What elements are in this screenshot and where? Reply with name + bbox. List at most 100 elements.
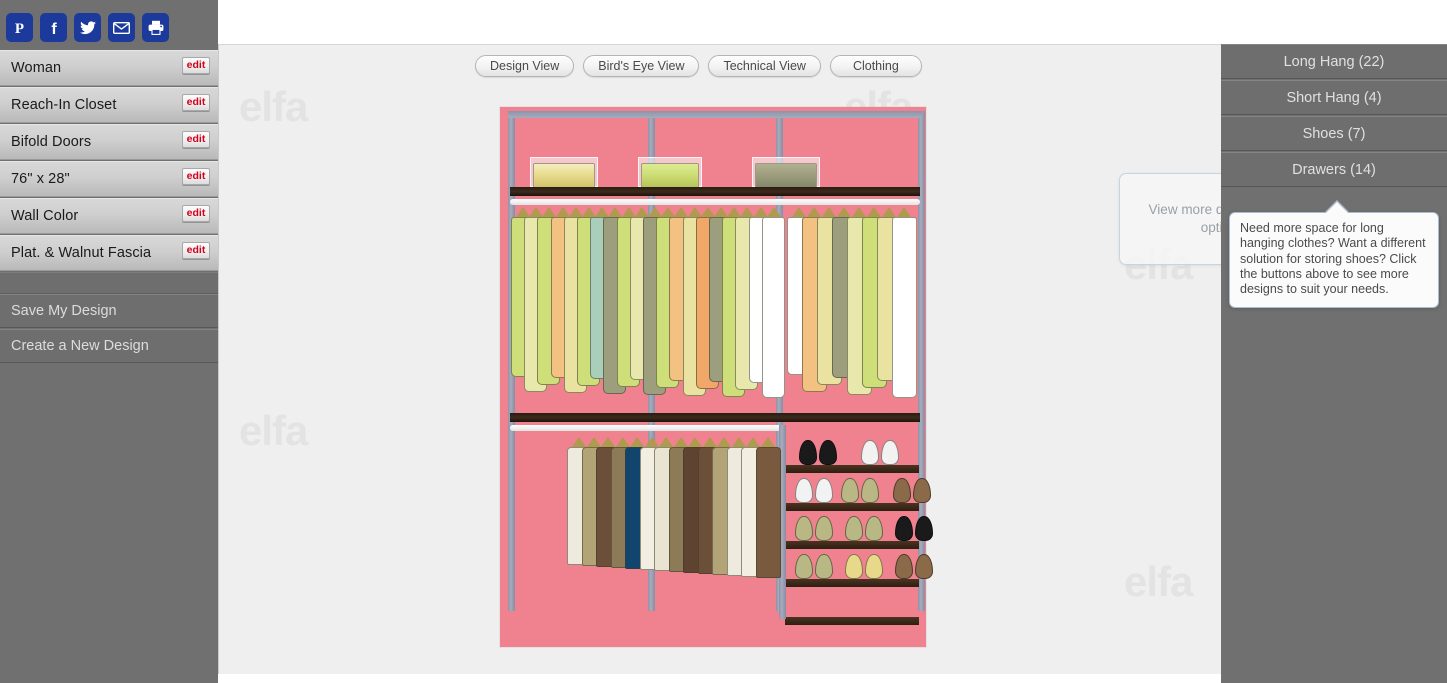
twitter-icon: [79, 20, 96, 34]
tab-birds-eye-view[interactable]: Bird's Eye View: [583, 55, 700, 77]
garment-hanger: [529, 207, 544, 217]
options-help-tooltip: Need more space for long hanging clothes…: [1229, 200, 1439, 308]
garment-hanger: [897, 207, 911, 217]
elfa-watermark: elfa: [239, 407, 308, 454]
shoe-shelf: [785, 465, 919, 473]
shoe-shelf-bottom: [785, 617, 919, 625]
garment-hanger: [659, 437, 673, 447]
folded-clothes-stack-1: [533, 163, 595, 189]
garment-hanger: [822, 207, 836, 217]
tab-label: Technical View: [723, 59, 806, 73]
option-shoes[interactable]: Shoes (7): [1221, 116, 1447, 151]
spec-label: Wall Color: [11, 208, 79, 224]
edit-button-label: edit: [186, 244, 206, 257]
edit-button-closet-type[interactable]: edit: [182, 94, 210, 111]
garment-hanger: [661, 207, 676, 217]
shoe-shelf: [785, 503, 919, 511]
edit-button-label: edit: [186, 170, 206, 183]
option-short-hang[interactable]: Short Hang (4): [1221, 80, 1447, 115]
closet-designer-app: P f Woman edit Reach-In Closet edit Bifo…: [0, 0, 1447, 683]
spec-row-fascia[interactable]: Plat. & Walnut Fascia edit: [0, 235, 218, 271]
edit-button-woman[interactable]: edit: [182, 57, 210, 74]
folded-clothes-stack-2: [641, 163, 699, 189]
option-label: Shoes (7): [1302, 125, 1366, 142]
email-share-button[interactable]: [108, 13, 135, 42]
garment-hanger: [837, 207, 851, 217]
shoe-shelf: [785, 541, 919, 549]
tab-clothing[interactable]: Clothing: [829, 55, 922, 77]
save-my-design-button[interactable]: Save My Design: [0, 294, 218, 328]
drawers-callout-text: View more designs that offer different o…: [1148, 201, 1221, 235]
garment-hanger: [608, 207, 623, 217]
garment-hanger: [717, 437, 731, 447]
right-options-sidebar: Long Hang (22) Short Hang (4) Shoes (7) …: [1221, 44, 1447, 683]
shoe: [815, 478, 833, 503]
spec-row-dimensions[interactable]: 76" x 28" edit: [0, 161, 218, 197]
garment-hanger: [568, 207, 583, 217]
shoe: [865, 554, 883, 579]
garment-hanger: [644, 437, 659, 447]
garment-hanger: [714, 207, 728, 217]
spec-label: Reach-In Closet: [11, 97, 117, 113]
edit-button-label: edit: [186, 207, 206, 220]
edit-button-wall-color[interactable]: edit: [182, 205, 210, 222]
spec-row-wall-color[interactable]: Wall Color edit: [0, 198, 218, 234]
print-button[interactable]: [142, 13, 169, 42]
tab-technical-view[interactable]: Technical View: [708, 55, 821, 77]
option-long-hang[interactable]: Long Hang (22): [1221, 44, 1447, 79]
pinterest-icon: P: [15, 21, 24, 36]
garment-hanger: [516, 207, 530, 217]
shoe: [815, 516, 833, 541]
create-new-design-label: Create a New Design: [11, 338, 149, 354]
garment-hanger: [648, 207, 662, 217]
closet-design-render[interactable]: [500, 107, 933, 647]
edit-button-doors[interactable]: edit: [182, 131, 210, 148]
shoe: [865, 516, 883, 541]
spec-row-woman[interactable]: Woman edit: [0, 50, 218, 86]
garment-hanger: [621, 207, 636, 217]
elfa-watermark: elfa: [1124, 558, 1193, 605]
shoe-shelf: [785, 579, 919, 587]
garment-hanger: [595, 207, 610, 217]
twitter-share-button[interactable]: [74, 13, 101, 42]
edit-button-label: edit: [186, 96, 206, 109]
shoe: [913, 478, 931, 503]
garment-hanger: [740, 207, 755, 217]
short-hang-rod: [510, 425, 782, 431]
social-share-bar: P f: [6, 13, 169, 42]
mid-shelf: [510, 413, 920, 422]
shoe: [881, 440, 899, 465]
edit-button-fascia[interactable]: edit: [182, 242, 210, 259]
create-new-design-button[interactable]: Create a New Design: [0, 329, 218, 363]
spec-row-closet-type[interactable]: Reach-In Closet edit: [0, 87, 218, 123]
envelope-icon: [113, 21, 130, 34]
closet-frame-top-rail: [508, 111, 922, 118]
option-label: Long Hang (22): [1283, 53, 1385, 70]
left-sidebar: P f Woman edit Reach-In Closet edit Bifo…: [0, 0, 218, 683]
view-tab-bar: Design View Bird's Eye View Technical Vi…: [475, 55, 922, 77]
garment-hanger: [634, 207, 649, 217]
garment-hanger: [792, 207, 806, 217]
facebook-icon: f: [51, 21, 57, 36]
pinterest-share-button[interactable]: P: [6, 13, 33, 42]
drawers-callout-bubble[interactable]: View more designs that offer different o…: [1119, 173, 1221, 265]
option-drawers[interactable]: Drawers (14): [1221, 152, 1447, 187]
facebook-share-button[interactable]: f: [40, 13, 67, 42]
shoe: [841, 478, 859, 503]
spec-label: Plat. & Walnut Fascia: [11, 245, 152, 261]
spec-label: Woman: [11, 60, 62, 76]
shoe: [915, 554, 933, 579]
spec-label: Bifold Doors: [11, 134, 92, 150]
spec-row-doors[interactable]: Bifold Doors edit: [0, 124, 218, 160]
elfa-watermark: elfa: [239, 83, 308, 130]
garment-hanger: [760, 437, 775, 447]
long-hang-rod: [510, 199, 920, 205]
short-hang-garment: [755, 447, 781, 578]
tab-design-view[interactable]: Design View: [475, 55, 575, 77]
garment-hanger: [586, 437, 601, 447]
option-label: Short Hang (4): [1286, 89, 1382, 106]
garment-hanger: [542, 207, 557, 217]
garment-hanger: [766, 207, 781, 217]
edit-button-dimensions[interactable]: edit: [182, 168, 210, 185]
garment-hanger: [673, 437, 688, 447]
